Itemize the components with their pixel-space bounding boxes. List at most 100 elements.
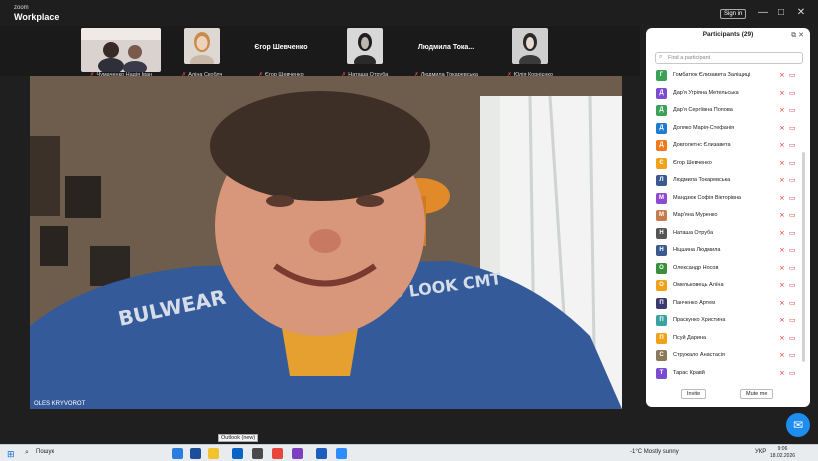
mic-off-icon[interactable]: ⨯ <box>779 316 785 324</box>
participant-row[interactable]: Н Наташа Отруба ⨯ ▭ <box>646 226 810 244</box>
thumbnail-video[interactable]: ✗ Чумаченко Надія Іван <box>80 28 162 78</box>
windows-icon[interactable]: ⊞ <box>7 449 15 460</box>
participant-row[interactable]: Д Дар'я Сергіївна Попова ⨯ ▭ <box>646 103 810 121</box>
participant-row[interactable]: Д Доляко Марія-Стефанія ⨯ ▭ <box>646 121 810 139</box>
scrollbar[interactable] <box>802 152 805 362</box>
participant-row[interactable]: П Панченко Артем ⨯ ▭ <box>646 296 810 314</box>
camera-off-icon[interactable]: ▭ <box>789 281 796 289</box>
camera-off-icon[interactable]: ▭ <box>789 71 796 79</box>
zoom-icon[interactable] <box>336 448 347 459</box>
thumbnail-video[interactable]: ✗ Наташа Отруба <box>326 28 404 78</box>
participant-search-input[interactable]: ⌕ Find a participant <box>655 52 803 64</box>
camera-off-icon[interactable]: ▭ <box>789 141 796 149</box>
app-icon[interactable] <box>252 448 263 459</box>
camera-off-icon[interactable]: ▭ <box>789 211 796 219</box>
sign-in-button[interactable]: Sign in <box>720 9 747 19</box>
mic-off-icon[interactable]: ⨯ <box>779 71 785 79</box>
mic-off-icon[interactable]: ⨯ <box>779 281 785 289</box>
avatar: П <box>656 297 667 309</box>
app-icon[interactable] <box>292 448 303 459</box>
thumbnail-name-only[interactable]: Людмила Тока... ✗ Людмила Токаревська <box>406 28 486 78</box>
participant-row[interactable]: О Олександр Носов ⨯ ▭ <box>646 261 810 279</box>
participant-row[interactable]: О Омельковець Алїна ⨯ ▭ <box>646 278 810 296</box>
avatar: Є <box>656 157 667 169</box>
mic-off-icon[interactable]: ⨯ <box>779 106 785 114</box>
mic-off-icon[interactable]: ⨯ <box>779 369 785 377</box>
panel-header-icons: ⧉ ✕ <box>791 31 804 40</box>
mic-off-icon[interactable]: ⨯ <box>779 211 785 219</box>
mic-off-icon[interactable]: ⨯ <box>779 194 785 202</box>
camera-off-icon[interactable]: ▭ <box>789 229 796 237</box>
participant-row[interactable]: М Мар'яна Муренко ⨯ ▭ <box>646 208 810 226</box>
outlook-icon[interactable] <box>232 448 243 459</box>
maximize-button[interactable]: □ <box>774 7 788 18</box>
mic-off-icon[interactable]: ⨯ <box>779 246 785 254</box>
camera-off-icon[interactable]: ▭ <box>789 246 796 254</box>
active-speaker-video[interactable]: ED LOOK CMT BULWEAR <box>30 76 622 409</box>
camera-off-icon[interactable]: ▭ <box>789 369 796 377</box>
participant-row[interactable]: Н Ніцшина Людмила ⨯ ▭ <box>646 243 810 261</box>
participant-row[interactable]: С Стружало Анастасія ⨯ ▭ <box>646 348 810 366</box>
clock[interactable]: 9:06 18.02.2026 <box>770 446 795 460</box>
close-panel-icon[interactable]: ✕ <box>798 32 804 39</box>
camera-off-icon[interactable]: ▭ <box>789 334 796 342</box>
camera-off-icon[interactable]: ▭ <box>789 159 796 167</box>
camera-off-icon[interactable]: ▭ <box>789 299 796 307</box>
mic-off-icon[interactable]: ⨯ <box>779 141 785 149</box>
minimize-button[interactable]: — <box>756 7 770 18</box>
weather-widget[interactable]: -1°C Mostly sunny <box>630 449 679 455</box>
invite-button[interactable]: Invite <box>681 389 707 399</box>
word-icon[interactable] <box>316 448 327 459</box>
participants-panel: Participants (29) ⧉ ✕ ⌕ Find a participa… <box>646 28 810 407</box>
participant-name: Довголетнс Єлизавета <box>673 142 731 148</box>
participant-row[interactable]: Д Довголетнс Єлизавета ⨯ ▭ <box>646 138 810 156</box>
mic-off-icon[interactable]: ⨯ <box>779 264 785 272</box>
avatar: Л <box>656 175 667 186</box>
chrome-icon[interactable] <box>272 448 283 459</box>
chat-icon[interactable]: ✉ <box>786 413 810 437</box>
camera-off-icon[interactable]: ▭ <box>789 194 796 202</box>
avatar: Т <box>656 367 667 379</box>
language-indicator[interactable]: УКР <box>755 449 766 455</box>
app-icon[interactable] <box>190 448 201 459</box>
speaker-video-frame: ED LOOK CMT BULWEAR <box>30 76 622 409</box>
camera-off-icon[interactable]: ▭ <box>789 316 796 324</box>
camera-off-icon[interactable]: ▭ <box>789 176 796 184</box>
camera-off-icon[interactable]: ▭ <box>789 106 796 114</box>
camera-off-icon[interactable]: ▭ <box>789 351 796 359</box>
mic-off-icon[interactable]: ⨯ <box>779 176 785 184</box>
mic-off-icon[interactable]: ⨯ <box>779 124 785 132</box>
mic-off-icon[interactable]: ⨯ <box>779 159 785 167</box>
participant-row[interactable]: Л Людмила Токаревська ⨯ ▭ <box>646 173 810 191</box>
participant-row[interactable]: М Мандзюк Софія Вікторівна ⨯ ▭ <box>646 191 810 209</box>
participant-name: Мар'яна Муренко <box>673 212 718 218</box>
mic-off-icon[interactable]: ⨯ <box>779 334 785 342</box>
mic-off-icon[interactable]: ⨯ <box>779 299 785 307</box>
participant-row[interactable]: П Псуй Дарина ⨯ ▭ <box>646 331 810 349</box>
thumbnail-display-name: Людмила Тока... <box>417 44 475 51</box>
participant-row[interactable]: Т Тарас Кравй ⨯ ▭ <box>646 366 810 384</box>
camera-off-icon[interactable]: ▭ <box>789 89 796 97</box>
mute-me-button[interactable]: Mute me <box>740 389 774 399</box>
taskbar-search[interactable]: ⌕ Пошук <box>22 448 142 459</box>
participant-row[interactable]: П Праскунко Христина ⨯ ▭ <box>646 313 810 331</box>
folder-icon[interactable] <box>208 448 219 459</box>
avatar: Г <box>656 70 667 81</box>
app-icon[interactable] <box>172 448 183 459</box>
thumbnail-video[interactable]: ✗ Аліна Скоблч <box>166 28 238 78</box>
popout-icon[interactable]: ⧉ <box>791 32 796 39</box>
participant-row[interactable]: Є Єгор Шевченко ⨯ ▭ <box>646 156 810 174</box>
close-button[interactable]: ✕ <box>794 7 808 18</box>
brand-big: Workplace <box>14 12 60 22</box>
thumbnail-video[interactable]: ✗ Юлія Корнієнко <box>492 28 568 78</box>
participant-row[interactable]: Г Гомбатюк Єлизавета Заліщиці ⨯ ▭ <box>646 68 810 86</box>
camera-off-icon[interactable]: ▭ <box>789 124 796 132</box>
mic-off-icon[interactable]: ⨯ <box>779 351 785 359</box>
participant-row[interactable]: Д Дар'я Угріяна Метельська ⨯ ▭ <box>646 86 810 104</box>
thumbnail-name-only[interactable]: Єгор Шевченко ✗ Єгор Шевченко <box>242 28 320 78</box>
avatar: Д <box>656 87 667 99</box>
mic-off-icon[interactable]: ⨯ <box>779 89 785 97</box>
camera-off-icon[interactable]: ▭ <box>789 264 796 272</box>
zoom-logo: zoom Workplace <box>14 4 59 22</box>
mic-off-icon[interactable]: ⨯ <box>779 229 785 237</box>
